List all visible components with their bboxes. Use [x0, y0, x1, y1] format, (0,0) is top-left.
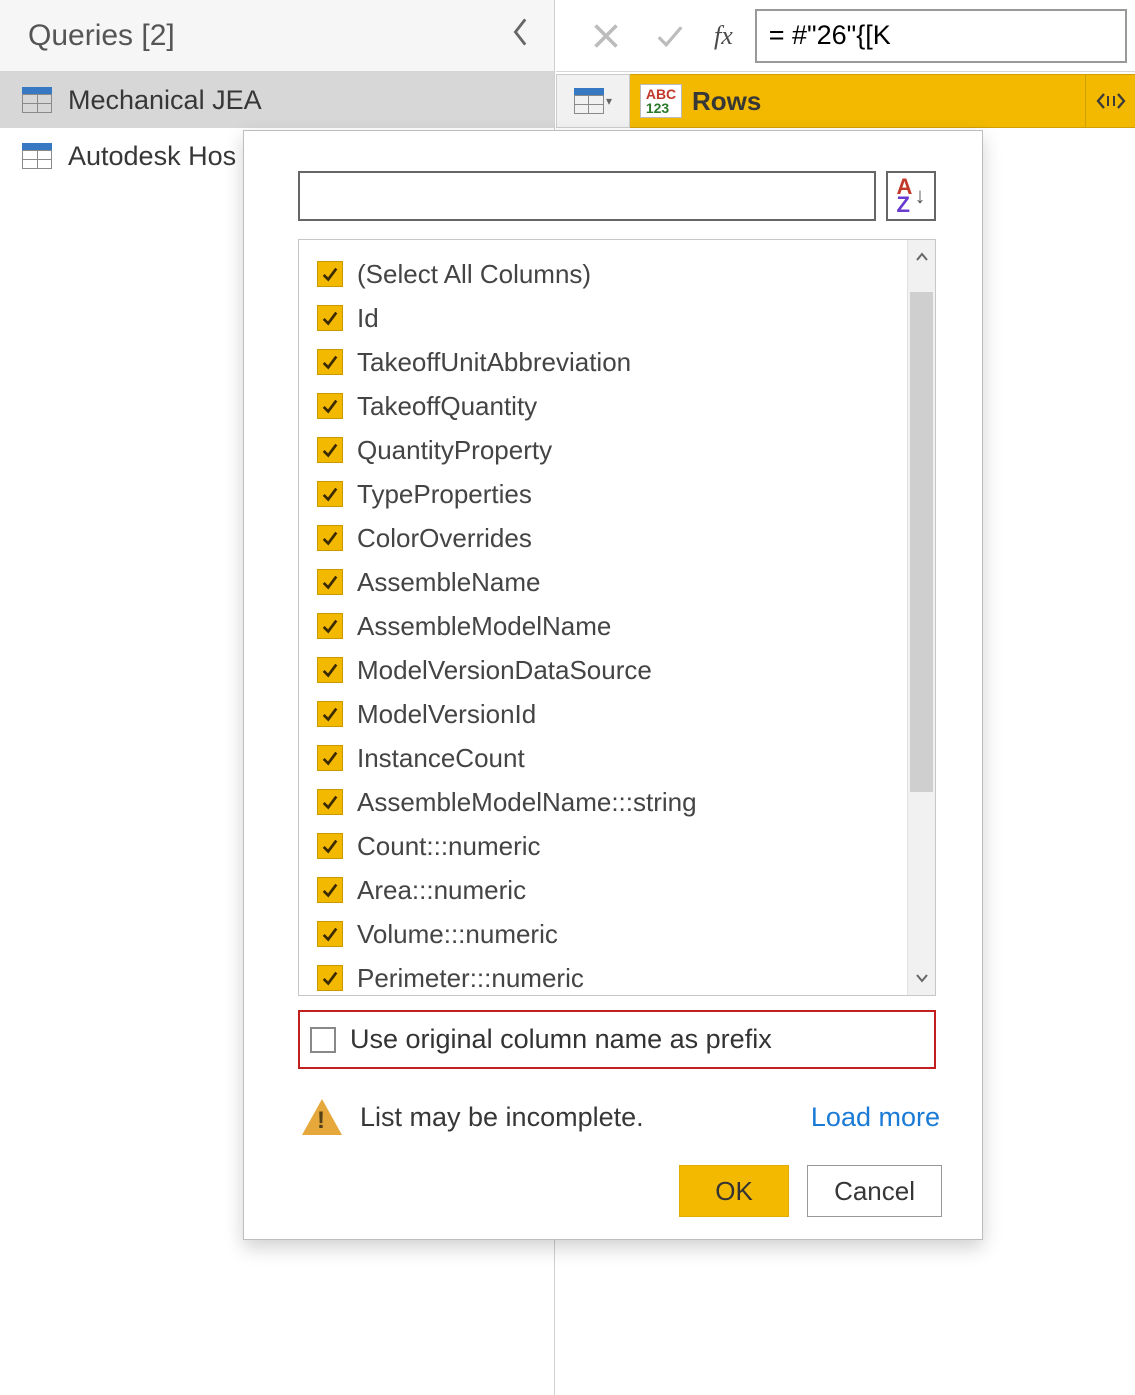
query-item-mechanical-jea[interactable]: Mechanical JEA: [0, 72, 554, 128]
checkbox-checked-icon: [317, 569, 343, 595]
column-option[interactable]: AssembleModelName:::string: [317, 780, 899, 824]
collapse-icon[interactable]: [512, 18, 530, 53]
formula-actions: fx: [574, 9, 745, 63]
expand-column-icon[interactable]: [1085, 75, 1135, 127]
column-option[interactable]: (Select All Columns): [317, 252, 899, 296]
ok-button[interactable]: OK: [679, 1165, 789, 1217]
column-option[interactable]: ModelVersionDataSource: [317, 648, 899, 692]
column-option[interactable]: Perimeter:::numeric: [317, 956, 899, 995]
column-option[interactable]: ColorOverrides: [317, 516, 899, 560]
column-option-label: ModelVersionDataSource: [357, 655, 652, 686]
column-option-label: ModelVersionId: [357, 699, 536, 730]
checkbox-checked-icon: [317, 481, 343, 507]
query-item-label: Autodesk Hos: [68, 141, 236, 172]
scrollbar[interactable]: [907, 240, 935, 995]
checkbox-checked-icon: [317, 789, 343, 815]
checkbox-checked-icon: [317, 349, 343, 375]
checkbox-checked-icon: [317, 965, 343, 991]
column-option[interactable]: AssembleModelName: [317, 604, 899, 648]
checkbox-checked-icon: [317, 261, 343, 287]
column-search-input[interactable]: [298, 171, 876, 221]
expand-columns-panel: AZ ↓ (Select All Columns) Id TakeoffUnitAb…: [243, 130, 983, 1240]
column-option-label: ColorOverrides: [357, 523, 532, 554]
column-option[interactable]: AssembleName: [317, 560, 899, 604]
incomplete-warning-row: List may be incomplete. Load more: [302, 1099, 940, 1135]
column-option-label: QuantityProperty: [357, 435, 552, 466]
cancel-formula-icon: [574, 9, 638, 63]
scroll-down-icon[interactable]: [908, 961, 935, 995]
scroll-thumb[interactable]: [910, 292, 933, 792]
use-original-prefix-checkbox[interactable]: Use original column name as prefix: [298, 1010, 936, 1069]
column-option[interactable]: ModelVersionId: [317, 692, 899, 736]
checkbox-checked-icon: [317, 657, 343, 683]
column-option-label: Perimeter:::numeric: [357, 963, 584, 994]
column-option-label: TakeoffUnitAbbreviation: [357, 347, 631, 378]
load-more-link[interactable]: Load more: [811, 1102, 940, 1133]
checkbox-icon: [310, 1027, 336, 1053]
column-option[interactable]: TakeoffQuantity: [317, 384, 899, 428]
table-icon: [22, 143, 52, 169]
scroll-up-icon[interactable]: [908, 240, 935, 274]
column-option-label: Count:::numeric: [357, 831, 541, 862]
chevron-down-icon: ▾: [606, 94, 612, 108]
checkbox-checked-icon: [317, 437, 343, 463]
checkbox-checked-icon: [317, 701, 343, 727]
formula-bar: fx: [556, 0, 1135, 72]
column-option-label: Volume:::numeric: [357, 919, 558, 950]
checkbox-checked-icon: [317, 613, 343, 639]
cancel-button[interactable]: Cancel: [807, 1165, 942, 1217]
queries-title: Queries [2]: [28, 19, 175, 53]
incomplete-warning-text: List may be incomplete.: [360, 1102, 644, 1133]
column-option-label: InstanceCount: [357, 743, 525, 774]
checkbox-checked-icon: [317, 745, 343, 771]
column-option-label: TakeoffQuantity: [357, 391, 537, 422]
queries-header: Queries [2]: [0, 0, 554, 72]
checkbox-checked-icon: [317, 393, 343, 419]
column-option[interactable]: InstanceCount: [317, 736, 899, 780]
table-icon: [22, 87, 52, 113]
sort-az-button[interactable]: AZ ↓: [886, 171, 936, 221]
commit-formula-icon: [638, 9, 702, 63]
column-option-label: Id: [357, 303, 379, 334]
column-option-label: AssembleModelName: [357, 611, 611, 642]
column-header-label: Rows: [692, 86, 761, 117]
use-original-prefix-label: Use original column name as prefix: [350, 1024, 772, 1055]
query-item-label: Mechanical JEA: [68, 85, 262, 116]
warning-icon: [302, 1099, 342, 1135]
checkbox-checked-icon: [317, 305, 343, 331]
column-option-label: Area:::numeric: [357, 875, 526, 906]
column-option-label: (Select All Columns): [357, 259, 591, 290]
column-option[interactable]: Count:::numeric: [317, 824, 899, 868]
column-option[interactable]: Volume:::numeric: [317, 912, 899, 956]
columns-listbox: (Select All Columns) Id TakeoffUnitAbbrevi…: [298, 239, 936, 996]
column-option[interactable]: Id: [317, 296, 899, 340]
column-option[interactable]: Area:::numeric: [317, 868, 899, 912]
fx-icon[interactable]: fx: [702, 21, 745, 51]
column-header-row: ▾ ABC123 Rows: [556, 74, 1135, 128]
formula-input[interactable]: [755, 9, 1127, 63]
column-option-label: AssembleModelName:::string: [357, 787, 697, 818]
column-option-label: AssembleName: [357, 567, 541, 598]
column-header-rows[interactable]: ABC123 Rows: [630, 74, 1135, 128]
checkbox-checked-icon: [317, 921, 343, 947]
table-icon: [574, 88, 604, 114]
checkbox-checked-icon: [317, 877, 343, 903]
checkbox-checked-icon: [317, 833, 343, 859]
row-index-header[interactable]: ▾: [556, 74, 630, 128]
column-option[interactable]: TypeProperties: [317, 472, 899, 516]
checkbox-checked-icon: [317, 525, 343, 551]
column-option[interactable]: QuantityProperty: [317, 428, 899, 472]
column-option[interactable]: TakeoffUnitAbbreviation: [317, 340, 899, 384]
column-option-label: TypeProperties: [357, 479, 532, 510]
any-type-icon: ABC123: [640, 84, 682, 118]
